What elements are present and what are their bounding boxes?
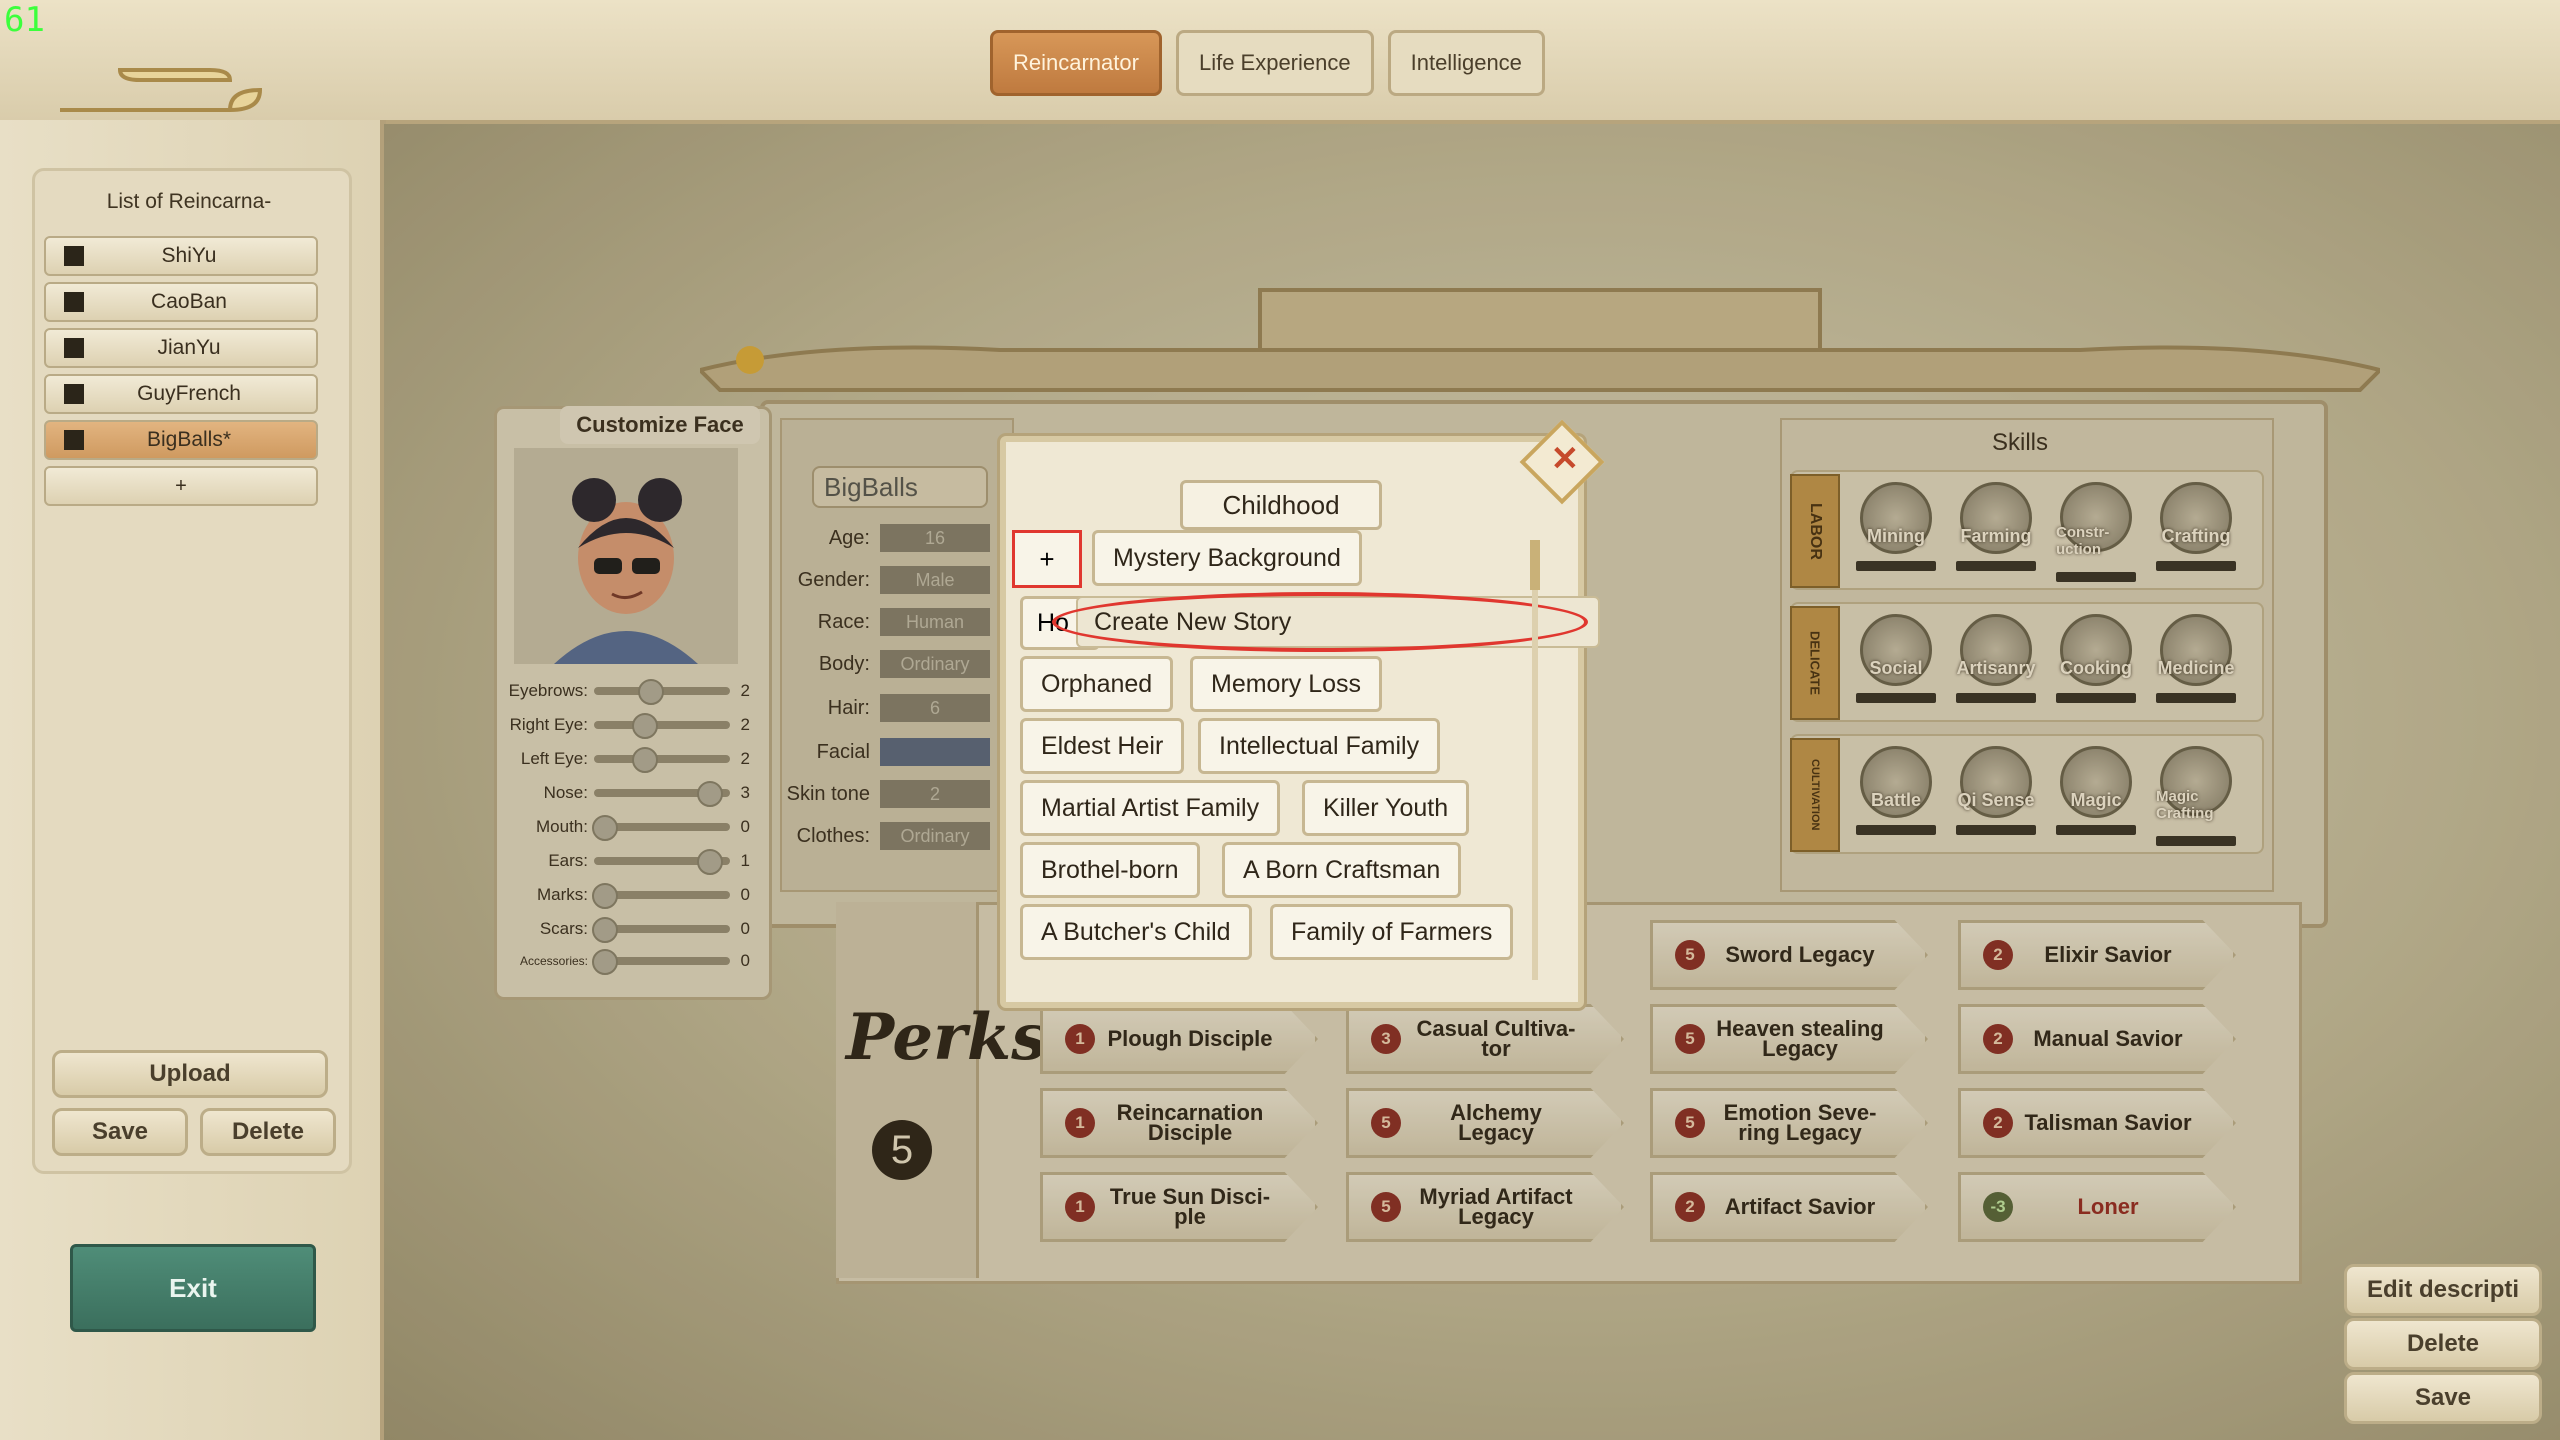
save-character-button[interactable]: Save — [2344, 1372, 2542, 1424]
delete-character-button[interactable]: Delete — [2344, 1318, 2542, 1370]
tab-reincarnator[interactable]: Reincarnator — [990, 30, 1162, 96]
option-intellectual-family[interactable]: Intellectual Family — [1198, 718, 1441, 774]
option-killer-youth[interactable]: Killer Youth — [1302, 780, 1470, 836]
popup-scrollbar-thumb[interactable] — [1530, 540, 1540, 590]
tab-life-experience[interactable]: Life Experience — [1175, 30, 1374, 96]
option-orphaned[interactable]: Orphaned — [1020, 656, 1174, 712]
option-a-born-craftsman[interactable]: A Born Craftsman — [1222, 842, 1462, 898]
save-button[interactable]: Save — [52, 1108, 188, 1156]
list-item[interactable]: ShiYu — [44, 236, 318, 276]
add-reincarnator-button[interactable]: + — [44, 466, 318, 506]
edit-description-button[interactable]: Edit descripti — [2344, 1264, 2542, 1316]
upload-button[interactable]: Upload — [52, 1050, 328, 1098]
option-memory-loss[interactable]: Memory Loss — [1190, 656, 1383, 712]
color-swatch — [64, 292, 84, 312]
add-option-button[interactable]: + — [1012, 530, 1082, 588]
highlight-ellipse — [1052, 592, 1588, 652]
color-swatch — [64, 384, 84, 404]
list-item[interactable]: GuyFrench — [44, 374, 318, 414]
color-swatch — [64, 338, 84, 358]
tab-intelligence[interactable]: Intelligence — [1387, 30, 1545, 96]
popup-title: Childhood — [1180, 480, 1382, 530]
delete-button[interactable]: Delete — [200, 1108, 336, 1156]
option-mystery-background[interactable]: Mystery Background — [1092, 530, 1362, 586]
color-swatch — [64, 246, 84, 266]
color-swatch — [64, 430, 84, 450]
list-item[interactable]: JianYu — [44, 328, 318, 368]
option-martial-artist-family[interactable]: Martial Artist Family — [1020, 780, 1281, 836]
list-title: List of Reincarna- — [106, 190, 272, 213]
option-a-butchers-child[interactable]: A Butcher's Child — [1020, 904, 1252, 960]
list-item-selected[interactable]: BigBalls* — [44, 420, 318, 460]
option-brothel-born[interactable]: Brothel-born — [1020, 842, 1200, 898]
fps-counter: 61 — [4, 0, 45, 40]
list-item[interactable]: CaoBan — [44, 282, 318, 322]
popup-scrollbar[interactable] — [1532, 540, 1538, 980]
option-eldest-heir[interactable]: Eldest Heir — [1020, 718, 1185, 774]
top-tabs: Reincarnator Life Experience Intelligenc… — [990, 30, 1545, 96]
exit-button[interactable]: Exit — [70, 1244, 316, 1332]
option-family-of-farmers[interactable]: Family of Farmers — [1270, 904, 1514, 960]
close-icon: ✕ — [1550, 440, 1580, 479]
